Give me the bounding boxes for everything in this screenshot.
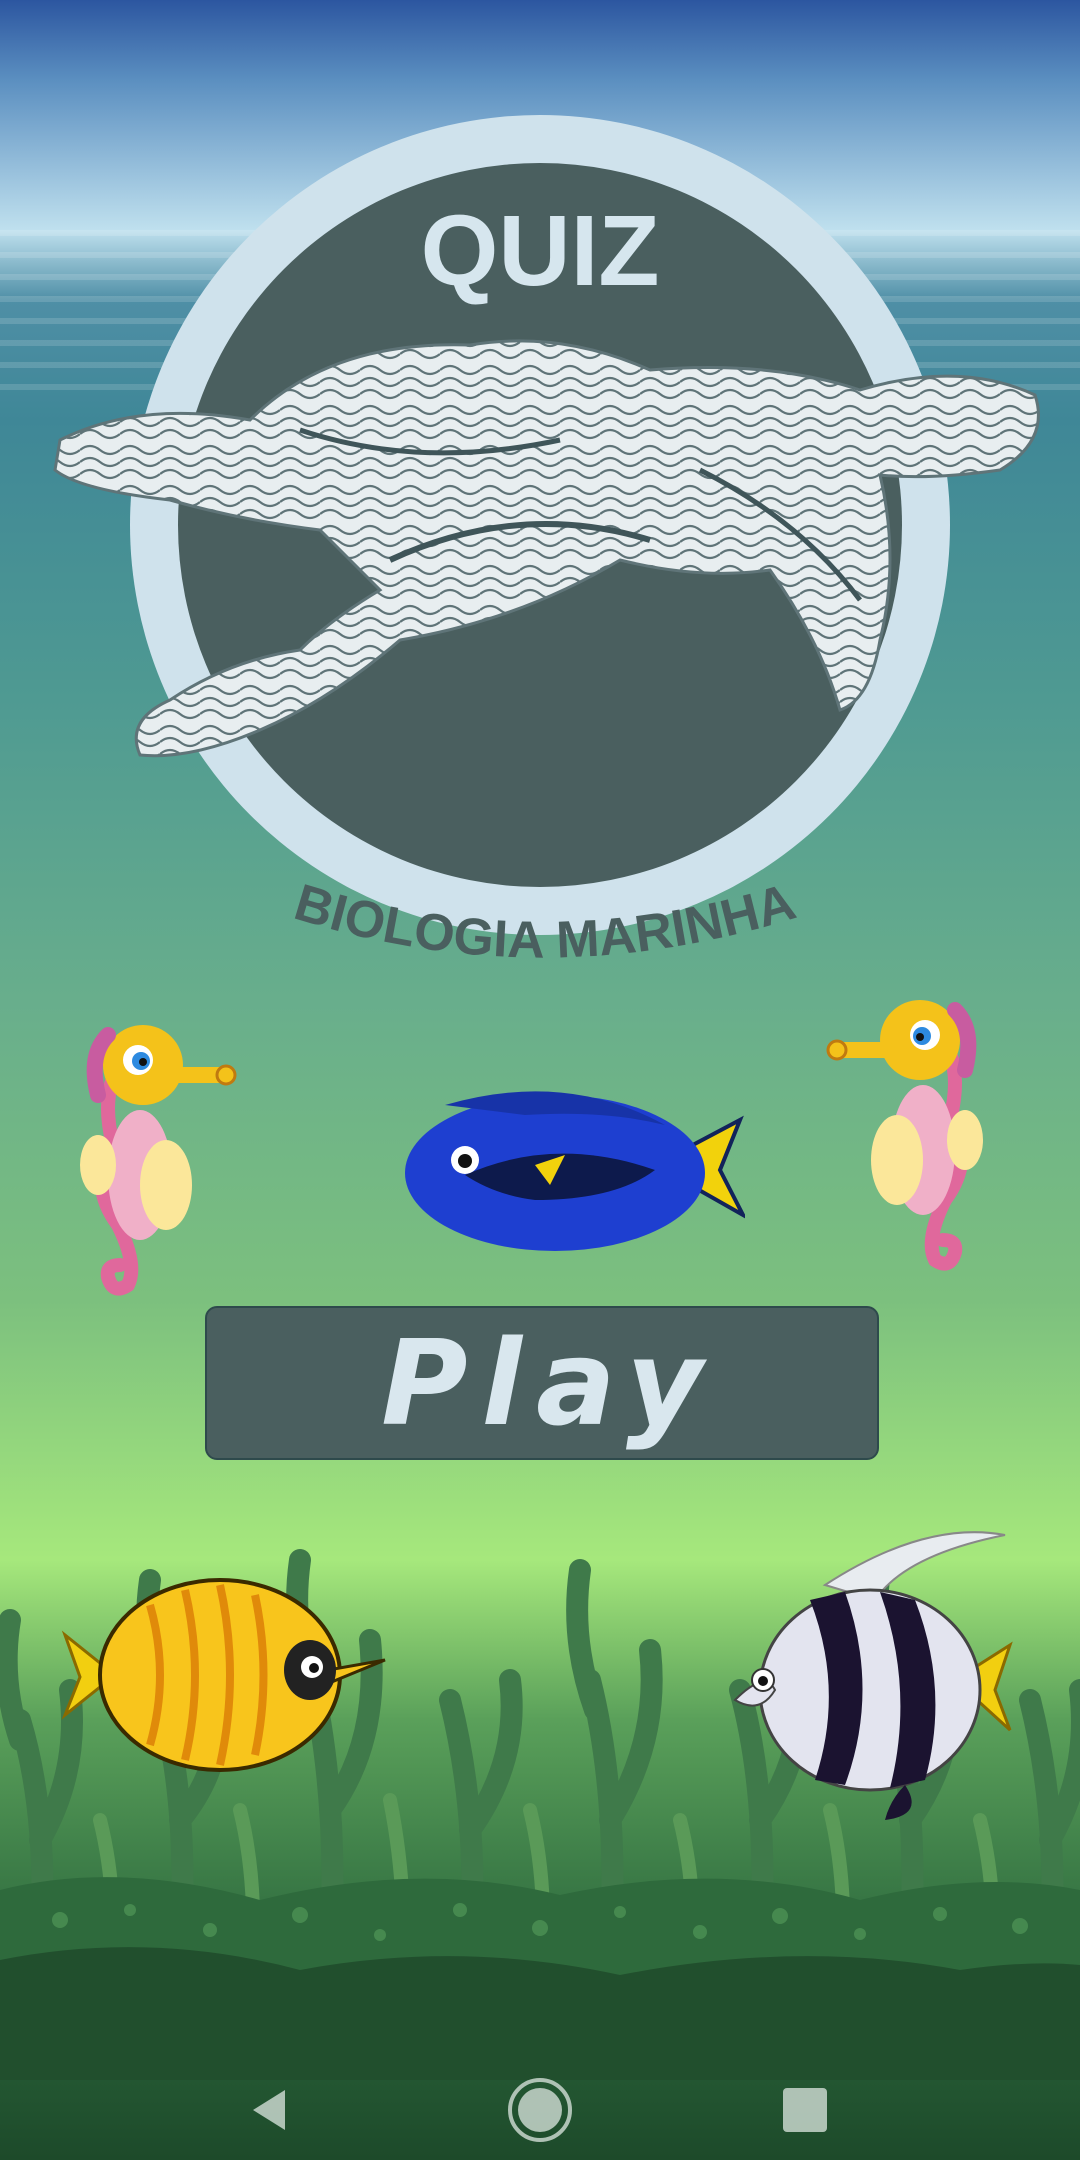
striped-angelfish	[705, 1530, 1015, 1820]
seahorse-right	[825, 990, 995, 1275]
back-button[interactable]	[220, 2060, 320, 2160]
yellow-butterflyfish	[60, 1565, 390, 1790]
blue-tang-fish	[405, 1075, 748, 1260]
navigation-bar	[0, 2040, 1080, 2160]
logo-title: QUIZ	[421, 195, 660, 307]
quiz-logo: QUIZ BIOLOGIA MARINHA	[0, 0, 1080, 1010]
home-icon	[508, 2078, 572, 2142]
home-button[interactable]	[490, 2060, 590, 2160]
play-button-label: Play	[381, 1314, 717, 1452]
recents-icon	[783, 2088, 827, 2132]
seahorse-left	[68, 1015, 238, 1300]
recents-button[interactable]	[755, 2060, 855, 2160]
play-button[interactable]: Play	[205, 1306, 879, 1460]
back-icon	[253, 2090, 285, 2130]
